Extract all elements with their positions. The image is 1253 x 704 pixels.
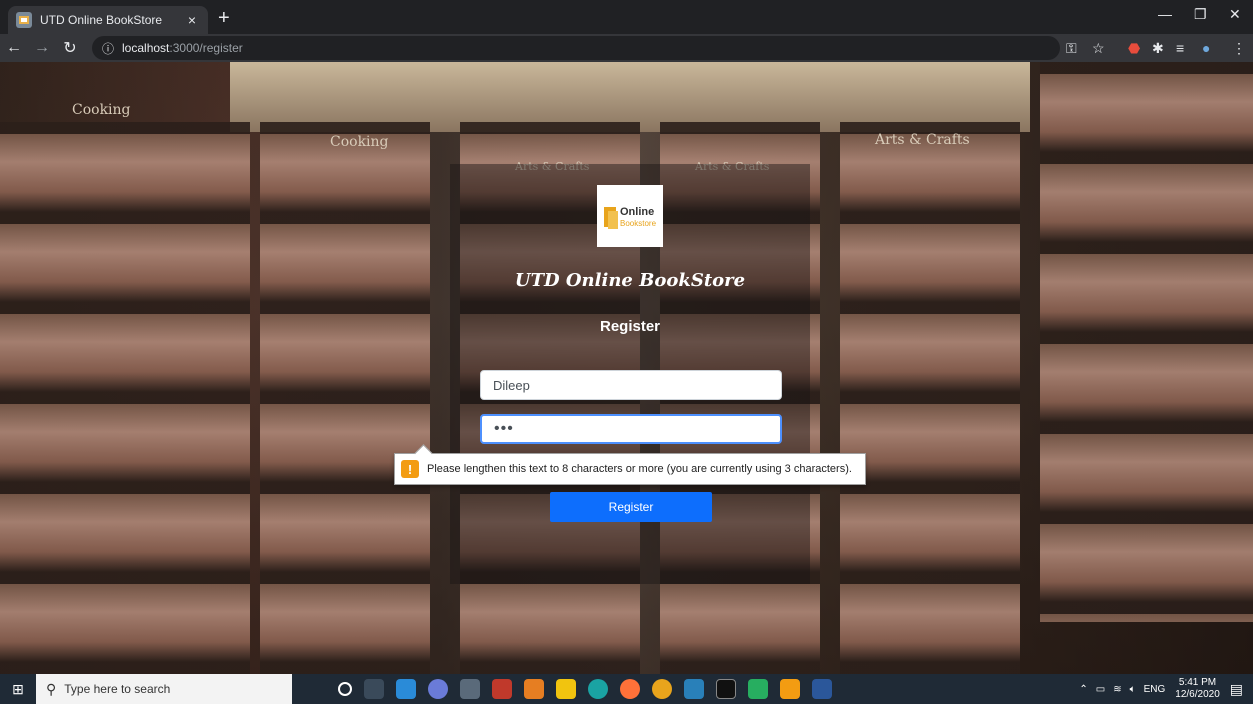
maximize-icon[interactable]: ❐ xyxy=(1194,6,1207,23)
key-icon[interactable]: ⚿ xyxy=(1066,40,1077,57)
brand-title: UTD Online BookStore xyxy=(514,270,746,291)
new-tab-icon[interactable]: + xyxy=(218,8,230,28)
shelf-sign: Arts & Crafts xyxy=(875,132,970,148)
app-icon[interactable] xyxy=(748,679,768,699)
chrome-icon[interactable] xyxy=(652,679,672,699)
mail-icon[interactable] xyxy=(396,679,416,699)
extensions-puzzle-icon[interactable]: ✱ xyxy=(1152,40,1164,57)
wifi-icon[interactable]: ≋ xyxy=(1113,684,1121,695)
url-path: :3000/register xyxy=(169,41,243,55)
info-icon[interactable]: ⓘ xyxy=(102,40,114,57)
reload-icon[interactable]: ↻ xyxy=(56,38,84,58)
forward-icon[interactable]: → xyxy=(28,39,56,57)
reading-list-icon[interactable]: ≡ xyxy=(1176,40,1184,56)
bookshelf xyxy=(260,122,430,674)
browser-tabstrip: UTD Online BookStore × + — ❐ ✕ xyxy=(0,0,1253,34)
firefox-icon[interactable] xyxy=(620,679,640,699)
clock-time: 5:41 PM xyxy=(1178,677,1217,688)
volume-icon[interactable]: 🔈︎ xyxy=(1130,684,1136,695)
r-app-icon[interactable] xyxy=(428,679,448,699)
tab-close-icon[interactable]: × xyxy=(184,12,200,28)
browser-tab[interactable]: UTD Online BookStore × xyxy=(8,6,208,34)
clock[interactable]: 5:41 PM 12/6/2020 xyxy=(1175,677,1220,701)
taskbar-pinned-apps xyxy=(332,679,838,699)
register-button[interactable]: Register xyxy=(550,492,712,522)
search-icon: ⚲ xyxy=(46,680,57,697)
shelf-sign: Cooking xyxy=(330,134,389,150)
site-favicon-icon xyxy=(16,12,32,28)
system-tray: ⌃ ▭ ≋ 🔈︎ ENG 5:41 PM 12/6/2020 ▤ xyxy=(1075,674,1253,704)
task-view-icon[interactable] xyxy=(364,679,384,699)
username-input[interactable] xyxy=(480,370,782,400)
bookstore-logo: Online Bookstore xyxy=(597,185,663,247)
close-window-icon[interactable]: ✕ xyxy=(1229,6,1241,23)
extension-shield-icon[interactable]: ⬣ xyxy=(1128,40,1140,57)
address-bar[interactable]: ⓘ localhost :3000/register xyxy=(92,36,1060,60)
shelf-sign: Cooking xyxy=(72,102,131,118)
logo-text-bookstore: Bookstore xyxy=(620,219,657,228)
cortana-icon[interactable] xyxy=(338,682,352,696)
edge-icon[interactable] xyxy=(588,679,608,699)
validation-message: Please lengthen this text to 8 character… xyxy=(427,463,852,475)
clock-date: 12/6/2020 xyxy=(1175,689,1220,700)
tray-chevron-icon[interactable]: ⌃ xyxy=(1079,684,1087,695)
search-placeholder: Type here to search xyxy=(64,682,171,696)
url-host: localhost xyxy=(122,41,170,55)
bookshelf-right xyxy=(1040,62,1253,622)
validation-tooltip: ! Please lengthen this text to 8 charact… xyxy=(394,453,866,485)
battery-icon[interactable]: ▭ xyxy=(1096,684,1105,695)
minimize-icon[interactable]: — xyxy=(1158,6,1172,22)
back-icon[interactable]: ← xyxy=(0,39,28,57)
app-icon[interactable] xyxy=(460,679,480,699)
app-icon[interactable] xyxy=(524,679,544,699)
menu-kebab-icon[interactable]: ⋮ xyxy=(1232,40,1246,57)
vscode-icon[interactable] xyxy=(684,679,704,699)
warning-icon: ! xyxy=(401,460,419,478)
tab-title: UTD Online BookStore xyxy=(40,13,163,27)
register-heading: Register xyxy=(599,318,661,335)
bookmark-star-icon[interactable]: ☆ xyxy=(1092,40,1105,57)
spider-app-icon[interactable] xyxy=(492,679,512,699)
sublime-text-icon[interactable] xyxy=(780,679,800,699)
language-indicator[interactable]: ENG xyxy=(1144,684,1166,695)
bookshelf-left xyxy=(0,122,250,674)
word-icon[interactable] xyxy=(812,679,832,699)
profile-avatar-icon[interactable]: ● xyxy=(1202,40,1210,56)
password-input[interactable] xyxy=(480,414,782,444)
notifications-icon[interactable]: ▤ xyxy=(1230,681,1243,698)
windows-taskbar: ⊞ ⚲ Type here to search ⌃ ▭ ≋ 🔈︎ ENG 5:4… xyxy=(0,674,1253,704)
bookshelf xyxy=(840,122,1020,674)
terminal-icon[interactable] xyxy=(716,679,736,699)
logo-text-online: Online xyxy=(620,206,654,218)
file-explorer-icon[interactable] xyxy=(556,679,576,699)
windows-start-icon[interactable]: ⊞ xyxy=(0,674,36,704)
taskbar-search[interactable]: ⚲ Type here to search xyxy=(36,674,292,704)
